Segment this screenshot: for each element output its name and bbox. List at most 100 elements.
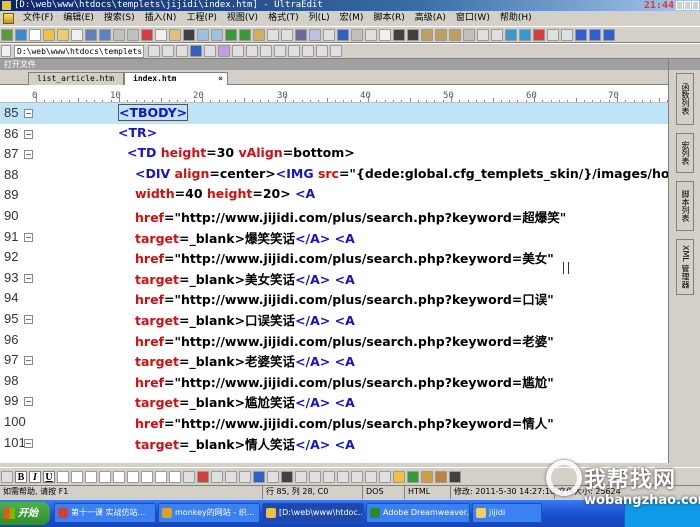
save-icon[interactable] [85,28,97,41]
save-all-icon[interactable] [99,28,111,41]
help-icon[interactable] [603,28,615,41]
macro-icon[interactable] [519,28,531,41]
menu-insert[interactable]: 插入(N) [140,11,182,26]
font-icon[interactable] [183,28,195,41]
tab-function-list[interactable]: 函数列表 [676,73,694,125]
clipboard-icon[interactable] [260,45,272,57]
view-icon[interactable] [309,28,321,41]
calc-icon[interactable] [288,45,300,57]
browser-icon[interactable] [337,28,349,41]
goto-icon[interactable] [463,28,475,41]
fold-toggle-icon[interactable]: − [24,438,33,448]
indent-icon[interactable] [477,28,489,41]
table-icon[interactable] [169,470,181,483]
special-char-icon[interactable] [337,470,349,483]
align-center-icon[interactable] [71,470,83,483]
frame-icon[interactable] [351,470,363,483]
list-ul-icon[interactable] [141,470,153,483]
menu-macro[interactable]: 宏(M) [335,11,369,26]
copy-icon[interactable] [155,28,167,41]
explorer-icon[interactable] [218,45,230,57]
find-icon[interactable] [225,28,237,41]
underline-button[interactable]: U [43,470,55,483]
open-folder-icon[interactable] [43,28,55,41]
taskbar-item-active[interactable]: [D:\web\www\htdoc... [262,503,364,523]
email-icon[interactable] [295,470,307,483]
brush-icon[interactable] [435,470,447,483]
radio-icon[interactable] [211,470,223,483]
word-icon[interactable] [190,45,202,57]
minimize-button[interactable] [676,1,683,10]
list-ol-icon[interactable] [155,470,167,483]
compare-icon[interactable] [365,28,377,41]
cut-icon[interactable] [141,28,153,41]
menu-view[interactable]: 视图(V) [222,11,263,26]
script-icon[interactable] [547,28,559,41]
checkbox-icon[interactable] [197,470,209,483]
redo-icon[interactable] [211,28,223,41]
tab-index[interactable]: index.htm × [124,72,228,85]
close-file-icon[interactable] [71,28,83,41]
find-next-icon[interactable] [239,28,251,41]
paste-icon[interactable] [169,28,181,41]
layout-icon[interactable] [1,470,13,483]
menu-file[interactable]: 文件(F) [18,11,58,26]
project-icon[interactable] [561,28,573,41]
form-icon[interactable] [183,470,195,483]
align-right-icon[interactable] [85,470,97,483]
tag-list-icon[interactable] [232,45,244,57]
fold-toggle-icon[interactable]: − [24,315,33,324]
output-icon[interactable] [246,45,258,57]
line-break-icon[interactable] [113,470,125,483]
menu-script[interactable]: 脚本(R) [368,11,409,26]
fold-toggle-icon[interactable]: − [24,109,33,118]
menu-project[interactable]: 工程(P) [181,11,221,26]
web-search-icon[interactable] [589,28,601,41]
hex-icon[interactable] [295,28,307,41]
close-tab-icon[interactable]: × [218,73,223,85]
undo-icon[interactable] [197,28,209,41]
back-icon[interactable] [1,28,13,41]
ftp-icon[interactable] [323,28,335,41]
menu-window[interactable]: 窗口(W) [451,11,495,26]
replace-icon[interactable] [253,28,265,41]
span-icon[interactable] [379,470,391,483]
sort-icon[interactable] [505,28,517,41]
template-icon[interactable] [204,45,216,57]
maximize-button[interactable] [684,1,691,10]
tab-macro-list[interactable]: 宏列表 [676,133,694,173]
code-editor[interactable]: 85 − <TBODY> 86 − <TR> 87 − <TD height=3… [0,103,668,463]
align-left-icon[interactable] [57,470,69,483]
start-button[interactable]: 开始 [0,502,50,525]
ascii-icon[interactable] [302,45,314,57]
print-icon[interactable] [113,28,125,41]
tab-list-article[interactable]: list_article.htm [28,72,124,85]
button-icon[interactable] [239,470,251,483]
tree-icon[interactable] [176,45,188,57]
bookmark-next-icon[interactable] [435,28,447,41]
list-icon[interactable] [162,45,174,57]
fold-toggle-icon[interactable]: − [24,150,33,160]
fold-toggle-icon[interactable]: − [24,129,33,139]
binoculars-icon[interactable] [393,28,405,41]
globe-icon[interactable] [575,28,587,41]
find-files-icon[interactable] [407,28,419,41]
paragraph-icon[interactable] [99,470,111,483]
forward-icon[interactable] [15,28,27,41]
browser-view-icon[interactable] [316,45,328,57]
word-wrap-icon[interactable] [267,28,279,41]
dropdown-icon[interactable] [148,45,160,57]
taskbar-item[interactable]: monkey的网站 - 织... [158,503,260,523]
fold-toggle-icon[interactable]: − [24,397,33,407]
taskbar-item[interactable]: 第十一课 实战仿站... [54,503,156,523]
close-button[interactable] [692,1,699,10]
hr-icon[interactable] [127,470,139,483]
textbox-icon[interactable] [225,470,237,483]
anchor-icon[interactable] [281,470,293,483]
image-icon[interactable] [267,470,279,483]
menu-search[interactable]: 搜索(S) [99,11,140,26]
font-color-icon[interactable] [323,470,335,483]
highlight-icon[interactable] [393,470,405,483]
preview-icon[interactable] [449,470,461,483]
menu-column[interactable]: 列(L) [304,11,335,26]
